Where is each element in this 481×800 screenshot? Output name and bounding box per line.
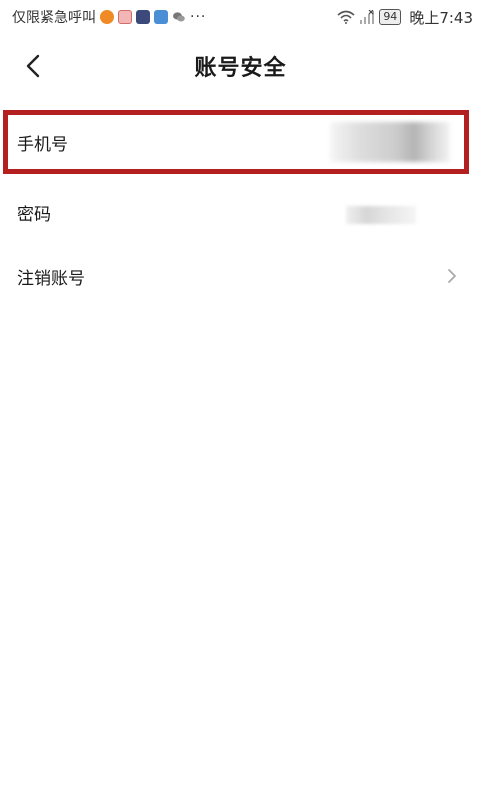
- status-time: 晚上7:43: [409, 8, 473, 27]
- wifi-icon: [337, 10, 355, 24]
- signal-icon: [359, 10, 375, 24]
- status-left: 仅限紧急呼叫 ···: [12, 7, 206, 27]
- battery-icon: 94: [379, 9, 402, 25]
- redacted-password-value: [346, 206, 416, 224]
- app-pink-icon: [118, 10, 132, 24]
- list-item-label: 手机号: [17, 135, 68, 155]
- redacted-phone-value: [330, 122, 450, 162]
- nav-header: 账号安全: [0, 34, 481, 98]
- status-right: 94 晚上7:43: [337, 7, 473, 28]
- page-title: 账号安全: [194, 56, 287, 81]
- app-navy-icon: [136, 10, 150, 24]
- list-item-password[interactable]: 密码: [0, 180, 481, 246]
- app-orange-icon: [100, 10, 114, 24]
- status-bar: 仅限紧急呼叫 ··· 94 晚上7:43: [0, 0, 481, 34]
- wechat-icon: [172, 10, 186, 24]
- app-blue-icon: [154, 10, 168, 24]
- list-item-label: 注销账号: [17, 269, 85, 289]
- chevron-right-icon: [445, 266, 459, 286]
- list-item-label: 密码: [17, 205, 51, 225]
- carrier-text: 仅限紧急呼叫: [12, 10, 96, 26]
- list-item-cancel-account[interactable]: 注销账号: [0, 246, 481, 312]
- more-notifications-icon: ···: [190, 9, 207, 25]
- list-item-phone[interactable]: 手机号: [0, 108, 481, 174]
